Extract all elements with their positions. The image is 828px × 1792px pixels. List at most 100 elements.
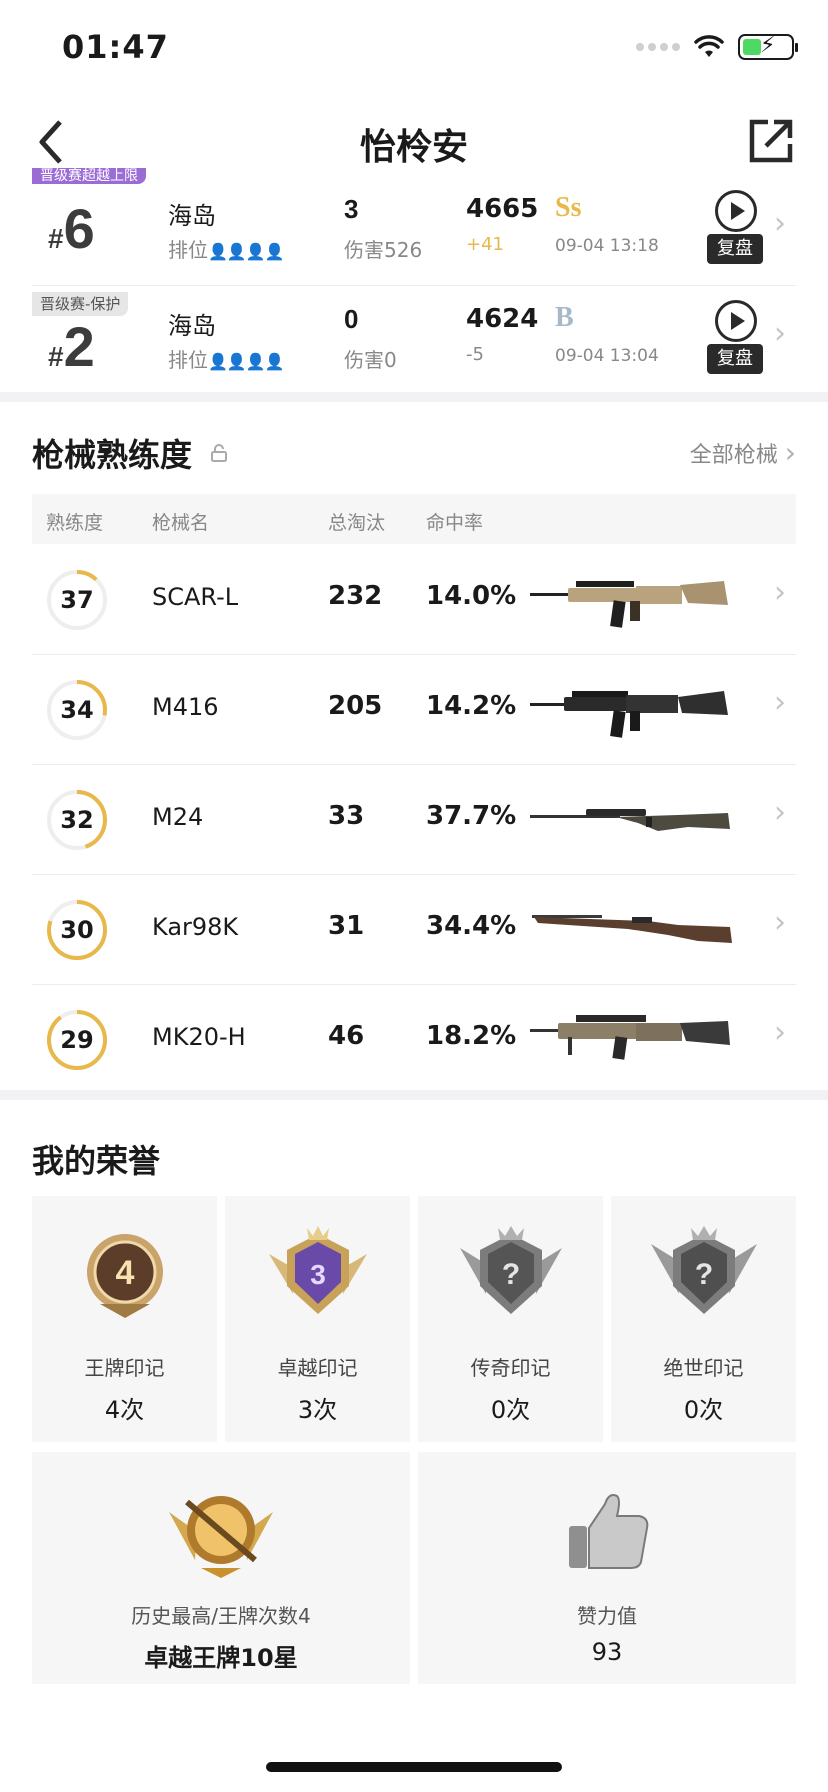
weapon-name: SCAR-L [152, 583, 239, 611]
sniper-rifle-icon [530, 809, 730, 831]
badge-number: 4 [115, 1254, 134, 1292]
match-time: 09-04 13:04 [555, 346, 659, 366]
chevron-right-icon[interactable]: › [774, 1015, 786, 1050]
rifle-icon [530, 691, 728, 738]
ace-badge-icon: 4 [86, 1234, 163, 1318]
likes-card[interactable]: 赞力值 93 [418, 1452, 796, 1684]
match-mode: 排位👤👤👤👤 [168, 348, 285, 372]
bolt-action-rifle-icon [532, 915, 732, 943]
match-damage: 伤害526 [344, 238, 423, 262]
history-best-card[interactable]: 历史最高/王牌次数4 卓越王牌10星 [32, 1452, 410, 1684]
honor-card[interactable]: ? 传奇印记 0次 [418, 1196, 603, 1442]
marksman-rifle-icon [530, 1015, 730, 1060]
match-row[interactable]: 晋级赛-保护 #2 海岛 排位👤👤👤👤 0 伤害0 4624 -5 B 09-0… [32, 286, 796, 396]
weapon-hit-rate: 14.0% [426, 581, 517, 611]
badge-number: 3 [310, 1259, 326, 1290]
weapon-list: 37 SCAR-L 232 14.0% › 34 M416 205 14.2% [32, 545, 796, 1095]
history-best-label: 历史最高/王牌次数4 [131, 1604, 311, 1628]
lock-icon[interactable] [210, 444, 228, 462]
honor-card[interactable]: 4 王牌印记 4次 [32, 1196, 217, 1442]
honor-count: 3次 [297, 1396, 338, 1424]
play-icon [715, 300, 757, 342]
badge-number: ? [501, 1258, 519, 1291]
column-header: 命中率 [426, 512, 484, 534]
chevron-right-icon[interactable]: › [774, 575, 786, 610]
match-grade: B [555, 302, 574, 333]
weapon-row[interactable]: 37 SCAR-L 232 14.0% › [32, 545, 796, 655]
weapon-row[interactable]: 32 M24 33 37.7% › [32, 765, 796, 875]
battery-icon: ⚡ [738, 33, 798, 60]
weapon-name: M24 [152, 803, 204, 831]
status-bar: 01:47 ⚡ [0, 0, 828, 100]
match-score: 4624 [466, 304, 539, 334]
chevron-right-icon[interactable]: › [774, 685, 786, 720]
chevron-right-icon: › [784, 436, 796, 469]
replay-button[interactable]: 复盘 [707, 190, 763, 274]
thumbs-up-icon [569, 1494, 649, 1569]
chevron-right-icon[interactable]: › [774, 905, 786, 940]
match-mode: 排位👤👤👤👤 [168, 238, 285, 262]
page-title: 怡柃安 [359, 127, 468, 168]
match-kills: 3 [344, 194, 359, 224]
weapon-row[interactable]: 29 MK20-H 46 18.2% › [32, 985, 796, 1095]
match-row[interactable]: 晋级赛超越上限 #6 海岛 排位👤👤👤👤 3 伤害526 4665 +41 Ss… [32, 168, 796, 286]
column-header: 总淘汰 [328, 512, 386, 534]
match-tag: 晋级赛超越上限 [32, 168, 146, 184]
honor-card[interactable]: ? 绝世印记 0次 [611, 1196, 796, 1442]
badge-number: ? [694, 1258, 712, 1291]
honor-count: 0次 [683, 1396, 724, 1424]
honor-name: 卓越印记 [277, 1356, 358, 1380]
match-score-delta: +41 [466, 234, 504, 255]
share-icon[interactable] [746, 116, 796, 166]
match-rank: #2 [48, 315, 95, 378]
match-tag: 晋级赛-保护 [32, 292, 129, 316]
weapon-hit-rate: 34.4% [426, 911, 517, 941]
weapons-title: 枪械熟练度 [32, 436, 193, 474]
column-header: 枪械名 [152, 512, 210, 534]
honors-grid: 4 王牌印记 4次 3 卓越印记 3次 ? 传奇印记 0次 ? 绝世印记 0次 [32, 1196, 796, 1442]
weapons-header: 枪械熟练度 全部枪械 › [32, 430, 796, 480]
column-header: 熟练度 [46, 512, 104, 534]
chevron-right-icon[interactable]: › [774, 316, 786, 351]
rifle-icon [530, 581, 728, 628]
match-time: 09-04 13:18 [555, 236, 659, 256]
weapon-name: M416 [152, 693, 219, 721]
likes-label: 赞力值 [577, 1604, 637, 1628]
match-list: 晋级赛超越上限 #6 海岛 排位👤👤👤👤 3 伤害526 4665 +41 Ss… [32, 168, 796, 396]
match-rank: #6 [48, 197, 95, 260]
conqueror-badge-icon: 3 [268, 1226, 367, 1314]
weapon-row[interactable]: 30 Kar98K 31 34.4% › [32, 875, 796, 985]
proficiency-level: 30 [60, 916, 94, 944]
match-grade: Ss [555, 192, 582, 223]
chevron-right-icon[interactable]: › [774, 795, 786, 830]
weapon-hit-rate: 14.2% [426, 691, 517, 721]
honors-summary: 历史最高/王牌次数4 卓越王牌10星 赞力值 93 [32, 1452, 796, 1684]
section-divider [0, 392, 828, 402]
proficiency-level: 32 [60, 806, 94, 834]
status-time: 01:47 [62, 28, 169, 66]
weapon-hit-rate: 37.7% [426, 801, 517, 831]
status-icons: ⚡ [636, 33, 798, 60]
weapon-kills: 31 [328, 911, 365, 941]
replay-button[interactable]: 复盘 [707, 300, 763, 384]
ace-tier-badge-icon [169, 1496, 273, 1578]
match-score-delta: -5 [466, 344, 484, 365]
home-indicator[interactable] [266, 1762, 562, 1772]
chevron-right-icon[interactable]: › [774, 206, 786, 241]
weapon-hit-rate: 18.2% [426, 1021, 517, 1051]
wifi-icon [694, 35, 724, 57]
history-best-value: 卓越王牌10星 [144, 1644, 298, 1672]
legend-badge-icon: ? [459, 1226, 562, 1314]
peerless-badge-icon: ? [650, 1226, 757, 1314]
weapon-kills: 33 [328, 801, 365, 831]
team-icon: 👤👤👤👤 [208, 352, 285, 371]
match-kills: 0 [344, 304, 359, 334]
proficiency-level: 29 [60, 1026, 94, 1054]
weapons-table-header: 熟练度 枪械名 总淘汰 命中率 [32, 494, 796, 544]
weapon-row[interactable]: 34 M416 205 14.2% › [32, 655, 796, 765]
all-weapons-link[interactable]: 全部枪械 › [690, 436, 796, 469]
match-map: 海岛 [168, 312, 216, 340]
play-icon [715, 190, 757, 232]
honor-card[interactable]: 3 卓越印记 3次 [225, 1196, 410, 1442]
honor-name: 王牌印记 [84, 1356, 165, 1380]
